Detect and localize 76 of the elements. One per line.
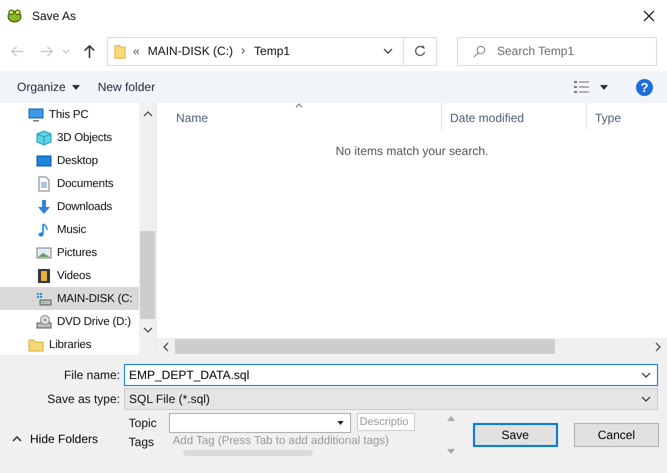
tags-label: Tags xyxy=(128,435,155,449)
scrollbar-thumb[interactable] xyxy=(140,231,155,319)
dropdown-triangle-icon xyxy=(72,84,80,90)
nav-item[interactable]: MAIN-DISK (C: xyxy=(0,287,139,310)
view-list-icon[interactable] xyxy=(574,80,590,94)
window-title: Save As xyxy=(32,8,76,22)
nav-item[interactable]: Videos xyxy=(0,264,139,287)
drive-icon xyxy=(36,290,52,306)
down-arrow-icon xyxy=(36,198,52,214)
picture-icon xyxy=(36,244,52,260)
nav-label: Videos xyxy=(57,270,91,282)
path-segment[interactable]: MAIN-DISK (C:) xyxy=(148,44,234,58)
monitor-icon xyxy=(28,106,44,122)
chevron-up-icon xyxy=(12,436,22,442)
dropdown-triangle-icon xyxy=(336,421,344,425)
close-icon[interactable] xyxy=(643,10,655,22)
new-folder-button[interactable]: New folder xyxy=(88,76,164,98)
tags-field[interactable]: Add Tag (Press Tab to add additional tags) xyxy=(168,433,445,449)
cube-icon xyxy=(36,130,52,146)
up-arrow-icon[interactable] xyxy=(82,44,97,58)
sort-caret-icon xyxy=(295,103,303,108)
nav-item[interactable]: Documents xyxy=(0,172,139,195)
search-field[interactable]: Search Temp1 xyxy=(497,44,647,58)
refresh-icon[interactable] xyxy=(414,45,426,57)
nav-label: Music xyxy=(57,224,86,236)
nav-item[interactable]: Music xyxy=(0,218,139,241)
disc-drive-icon xyxy=(36,314,52,330)
nav-label: Documents xyxy=(57,178,114,190)
column-header[interactable]: Date modified xyxy=(442,103,587,130)
nav-item[interactable]: Desktop xyxy=(0,149,139,172)
dropdown-triangle-icon[interactable] xyxy=(600,84,608,90)
folder-icon xyxy=(28,336,44,352)
scrollbar-thumb[interactable] xyxy=(175,339,555,354)
topic-label: Topic xyxy=(128,416,158,430)
nav-label: Desktop xyxy=(57,154,98,166)
nav-label: MAIN-DISK (C: xyxy=(57,292,132,304)
cancel-button[interactable]: Cancel xyxy=(574,423,659,447)
nav-label: Libraries xyxy=(49,338,92,350)
desktop-icon xyxy=(36,152,52,168)
frog-icon xyxy=(6,7,23,24)
nav-item[interactable]: DVD Drive (D:) xyxy=(0,310,139,333)
hide-folders-button[interactable]: Hide Folders xyxy=(12,432,129,446)
path-segment[interactable]: Temp1 xyxy=(254,44,290,58)
film-icon xyxy=(36,268,52,284)
save-button[interactable]: Save xyxy=(472,423,558,447)
description-field[interactable]: Descriptio xyxy=(356,413,415,431)
empty-message: No items match your search. xyxy=(334,144,490,160)
nav-label: Downloads xyxy=(57,200,112,212)
path-overflow[interactable]: « xyxy=(133,44,140,58)
search-box[interactable]: Search Temp1 xyxy=(457,36,657,66)
address-bar[interactable]: « MAIN-DISK (C:) Temp1 xyxy=(107,36,437,66)
nav-label: This PC xyxy=(49,108,88,120)
chevron-down-icon[interactable] xyxy=(641,372,651,378)
nav-item[interactable]: Downloads xyxy=(0,195,139,218)
column-header[interactable]: Name xyxy=(157,103,442,130)
nav-item[interactable]: Libraries xyxy=(0,333,139,356)
file-name-combo-box[interactable]: EMP_DEPT_DATA.sql xyxy=(124,364,658,386)
nav-label: 3D Objects xyxy=(57,132,112,144)
nav-item[interactable]: Pictures xyxy=(0,241,139,264)
nav-label: Pictures xyxy=(57,246,97,258)
file-name-field[interactable]: EMP_DEPT_DATA.sql xyxy=(125,368,641,382)
chevron-down-icon[interactable] xyxy=(383,48,393,54)
chevron-down-icon[interactable] xyxy=(641,396,651,402)
folder-icon xyxy=(114,42,126,60)
help-button[interactable]: ? xyxy=(636,78,653,96)
document-icon xyxy=(36,176,52,192)
file-type-dropdown[interactable]: SQL File (*.sql) xyxy=(124,388,658,410)
column-header[interactable]: Type xyxy=(587,103,667,130)
nav-item[interactable]: 3D Objects xyxy=(0,126,139,149)
chevron-right-icon[interactable] xyxy=(241,47,246,55)
nav-item[interactable]: This PC xyxy=(0,103,139,126)
field-label: File name: xyxy=(62,368,121,382)
organize-menu-button[interactable]: Organize xyxy=(8,76,89,98)
search-icon xyxy=(473,44,486,58)
field-label: Save as type: xyxy=(46,392,121,406)
nav-label: DVD Drive (D:) xyxy=(57,316,131,328)
